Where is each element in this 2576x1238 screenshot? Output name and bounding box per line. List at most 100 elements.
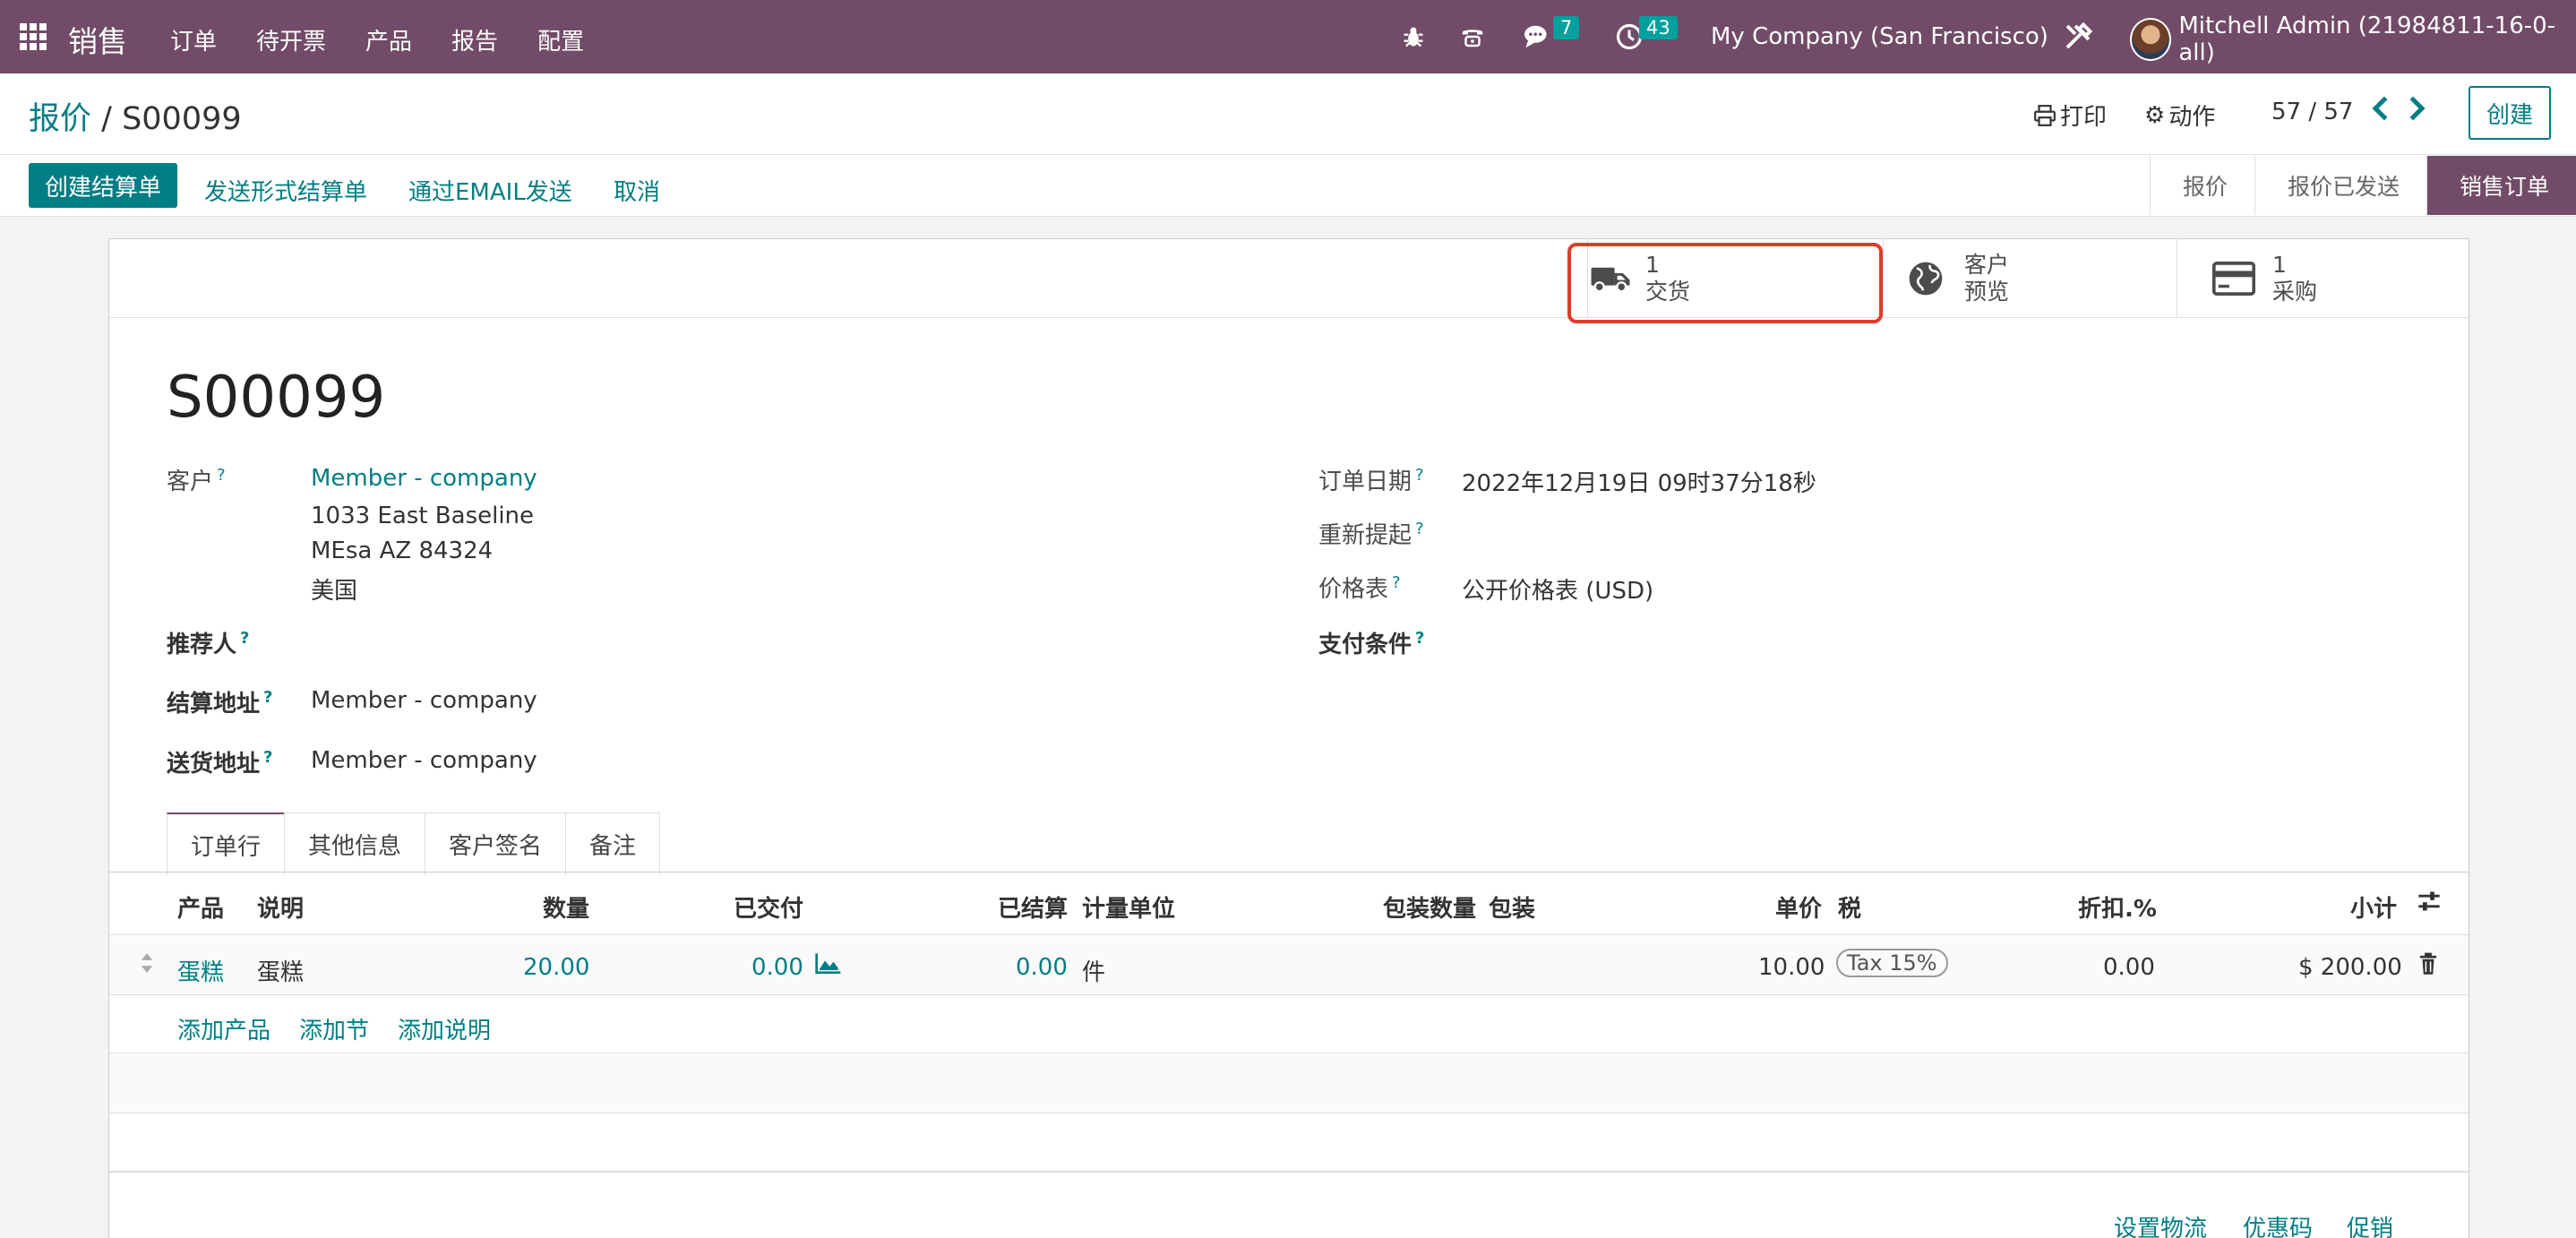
status-bar: 报价 报价已发送 销售订单 [2149,156,2576,215]
row-product[interactable]: 蛋糕 [177,954,224,987]
row-uom[interactable]: 件 [1082,954,1105,987]
menu-to-invoice[interactable]: 待开票 [256,23,326,56]
breadcrumb-parent[interactable]: 报价 [29,101,91,137]
customer-field[interactable]: Member - company [311,465,537,492]
breadcrumb-current: S00099 [122,101,242,137]
row-unit-price[interactable]: 10.00 [1758,954,1825,981]
company-switcher[interactable]: My Company (San Francisco) [1711,23,2048,50]
tab-customer-signature[interactable]: 客户签名 [425,812,567,875]
form-sheet: 1 交货 客户 预览 1 采购 S00099 客户? Member - comp… [108,238,2469,1238]
delivery-address-label: 送货地址? [167,748,273,778]
delivery-smart-button[interactable]: 1 交货 [1587,239,1883,318]
set-shipping-button[interactable]: 设置物流 [2114,1210,2207,1238]
column-product[interactable]: 产品 [177,890,224,924]
row-discount[interactable]: 0.00 [2103,954,2155,981]
cancel-button[interactable]: 取消 [614,174,660,207]
column-taxes[interactable]: 税 [1838,890,1861,924]
empty-row [109,1054,2469,1113]
breadcrumb-separator: / [91,101,123,137]
menu-configuration[interactable]: 配置 [537,23,584,56]
delivery-address-field[interactable]: Member - company [311,747,537,774]
print-icon [2034,104,2056,126]
forecast-chart-icon[interactable] [814,950,843,982]
control-panel: 报价 / S00099 打印 ⚙ 动作 57 / 57 创建 创建结算单 发送形… [0,73,2576,217]
pager-previous-icon[interactable] [2370,95,2390,122]
tab-notes[interactable]: 备注 [565,812,661,875]
customer-preview-title: 客户 [1964,252,2010,278]
send-proforma-button[interactable]: 发送形式结算单 [204,174,367,207]
status-stage-sales-order[interactable]: 销售订单 [2426,156,2576,215]
action-bar: 创建结算单 发送形式结算单 通过EMAIL发送 取消 报价 报价已发送 销售订单 [0,156,2576,215]
top-navbar: 销售 订单 待开票 产品 报告 配置 7 43 My Company (San … [0,0,2576,73]
delivery-count: 1 [1645,252,1660,278]
row-handle-icon[interactable] [140,950,154,982]
column-subtotal[interactable]: 小计 [2350,890,2397,924]
column-uom[interactable]: 计量单位 [1082,890,1175,924]
column-invoiced[interactable]: 已结算 [998,890,1068,924]
column-packaging[interactable]: 包装 [1489,890,1535,924]
trash-icon[interactable] [2418,952,2438,982]
table-row[interactable]: 蛋糕 蛋糕 20.00 0.00 0.00 件 10.00 Tax 15% 0.… [109,936,2469,995]
purchase-label: 采购 [2272,279,2318,305]
optional-columns-icon[interactable] [2417,889,2442,920]
add-note-link[interactable]: 添加说明 [398,1012,491,1045]
action-button[interactable]: ⚙ 动作 [2144,99,2215,132]
row-delivered[interactable]: 0.00 [751,954,803,981]
app-name[interactable]: 销售 [68,18,127,61]
purchase-smart-button[interactable]: 1 采购 [2177,239,2470,318]
delivery-label: 交货 [1645,279,1691,305]
customer-address-line1: 1033 East Baseline [311,503,535,529]
order-title: S00099 [167,365,386,431]
invoice-address-field[interactable]: Member - company [311,687,537,714]
credit-card-icon [2211,262,2256,296]
add-line-row: 添加产品 添加节 添加说明 [109,996,2469,1053]
column-quantity[interactable]: 数量 [543,890,589,924]
status-stage-quotation-sent[interactable]: 报价已发送 [2254,156,2426,215]
column-description[interactable]: 说明 [257,890,304,924]
order-date-field[interactable]: 2022年12月19日 09时37分18秒 [1462,465,1816,498]
menu-products[interactable]: 产品 [365,23,412,56]
action-label: 动作 [2168,104,2216,131]
row-description[interactable]: 蛋糕 [257,954,304,987]
promotions-button[interactable]: 促销 [2347,1210,2393,1238]
tab-order-lines[interactable]: 订单行 [167,812,286,875]
debug-tools-icon[interactable] [2062,14,2094,59]
tab-other-info[interactable]: 其他信息 [284,812,426,875]
purchase-count: 1 [2272,252,2287,278]
create-invoice-button[interactable]: 创建结算单 [29,163,178,208]
add-section-link[interactable]: 添加节 [299,1012,369,1045]
breadcrumb: 报价 / S00099 [29,93,242,139]
add-product-link[interactable]: 添加产品 [177,1012,270,1045]
column-packaging-qty[interactable]: 包装数量 [1383,890,1476,924]
status-stage-quotation[interactable]: 报价 [2149,156,2254,215]
pager-next-icon[interactable] [2408,95,2427,122]
pager-value[interactable]: 57 / 57 [2271,99,2353,125]
user-avatar [2130,18,2172,61]
row-invoiced[interactable]: 0.00 [1016,954,1068,981]
column-delivered[interactable]: 已交付 [734,890,803,924]
bug-icon[interactable] [1401,14,1426,59]
reminder-label: 重新提起? [1318,520,1424,549]
user-menu[interactable]: Mitchell Admin (21984811-16-0-all) [2130,13,2576,66]
coupon-button[interactable]: 优惠码 [2243,1210,2313,1238]
menu-reporting[interactable]: 报告 [451,23,498,56]
send-email-button[interactable]: 通过EMAIL发送 [408,174,572,207]
row-tax-tag[interactable]: Tax 15% [1836,949,1948,977]
column-unit-price[interactable]: 单价 [1775,890,1822,924]
customer-preview-label: 预览 [1964,279,2010,305]
customer-address-line2: MEsa AZ 84324 [311,537,494,564]
divider [0,154,2576,155]
pricelist-field[interactable]: 公开价格表 (USD) [1462,572,1653,606]
column-discount[interactable]: 折扣.% [2078,890,2157,924]
messages-count-badge: 7 [1553,16,1580,39]
print-button[interactable]: 打印 [2033,99,2107,132]
messages-icon[interactable] [1523,14,1553,59]
menu-orders[interactable]: 订单 [170,23,217,56]
apps-menu-icon[interactable] [20,23,47,50]
invoice-address-label: 结算地址? [167,688,273,718]
phone-icon[interactable] [1458,14,1487,59]
main-menu: 订单 待开票 产品 报告 配置 [170,23,623,56]
row-quantity[interactable]: 20.00 [523,954,589,981]
truck-icon [1588,262,1633,295]
create-button[interactable]: 创建 [2469,86,2551,140]
